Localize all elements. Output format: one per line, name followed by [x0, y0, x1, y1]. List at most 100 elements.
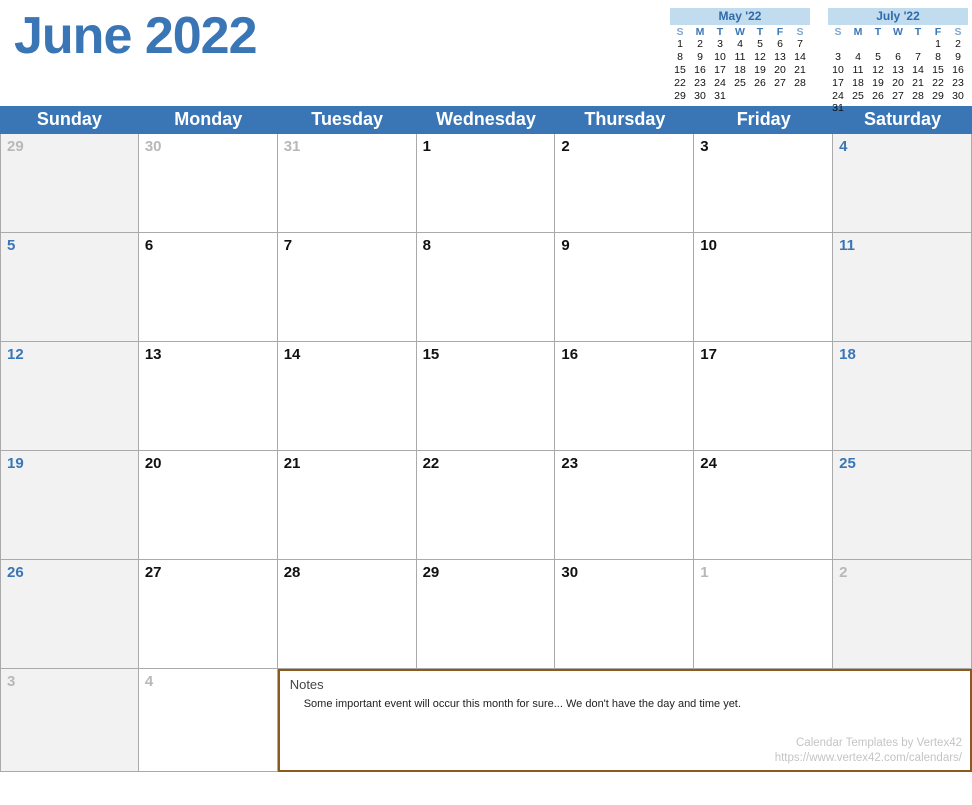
- day-cell[interactable]: 18: [833, 342, 972, 451]
- mini-dow: S: [670, 26, 690, 39]
- day-number: 29: [423, 564, 549, 581]
- day-number: 4: [839, 138, 965, 155]
- day-number: 25: [839, 455, 965, 472]
- mini-day: 19: [750, 64, 770, 77]
- mini-day: 18: [848, 77, 868, 90]
- day-cell[interactable]: 4: [833, 134, 972, 233]
- day-cell[interactable]: 3: [694, 134, 833, 233]
- weekday-header: SundayMondayTuesdayWednesdayThursdayFrid…: [0, 106, 972, 134]
- mini-day: 2: [690, 38, 710, 51]
- day-cell[interactable]: 6: [139, 233, 278, 342]
- day-cell[interactable]: 2: [555, 134, 694, 233]
- day-cell[interactable]: 4: [139, 669, 278, 772]
- mini-day: 20: [888, 77, 908, 90]
- mini-day: [868, 38, 888, 51]
- day-cell[interactable]: 13: [139, 342, 278, 451]
- mini-day: 15: [670, 64, 690, 77]
- day-number: 19: [7, 455, 132, 472]
- day-number: 15: [423, 346, 549, 363]
- mini-calendars: May '22SMTWTFS12345678910111213141516171…: [670, 8, 968, 115]
- day-cell[interactable]: 27: [139, 560, 278, 669]
- mini-day: 13: [888, 64, 908, 77]
- day-number: 3: [700, 138, 826, 155]
- mini-day: 5: [750, 38, 770, 51]
- mini-day: 3: [710, 38, 730, 51]
- day-cell[interactable]: 5: [0, 233, 139, 342]
- day-cell[interactable]: 25: [833, 451, 972, 560]
- mini-day: 16: [690, 64, 710, 77]
- mini-day: 14: [790, 51, 810, 64]
- day-cell[interactable]: 3: [0, 669, 139, 772]
- day-cell[interactable]: 20: [139, 451, 278, 560]
- day-cell[interactable]: 9: [555, 233, 694, 342]
- day-cell[interactable]: 30: [139, 134, 278, 233]
- mini-day: 28: [908, 90, 928, 103]
- mini-day: 31: [710, 90, 730, 103]
- mini-dow: M: [848, 26, 868, 39]
- day-cell[interactable]: 10: [694, 233, 833, 342]
- header: June 2022 May '22SMTWTFS1234567891011121…: [0, 0, 972, 106]
- mini-dow: W: [730, 26, 750, 39]
- mini-day: [750, 90, 770, 103]
- mini-day: 11: [730, 51, 750, 64]
- mini-day: [828, 38, 848, 51]
- day-cell[interactable]: 7: [278, 233, 417, 342]
- day-number: 29: [7, 138, 132, 155]
- day-cell[interactable]: 17: [694, 342, 833, 451]
- day-number: 20: [145, 455, 271, 472]
- day-cell[interactable]: 22: [417, 451, 556, 560]
- day-cell[interactable]: 21: [278, 451, 417, 560]
- mini-day: 29: [928, 90, 948, 103]
- mini-day: 30: [948, 90, 968, 103]
- notes-box[interactable]: NotesSome important event will occur thi…: [278, 669, 972, 772]
- day-cell[interactable]: 30: [555, 560, 694, 669]
- weekday-label: Tuesday: [278, 106, 417, 134]
- day-cell[interactable]: 19: [0, 451, 139, 560]
- day-cell[interactable]: 11: [833, 233, 972, 342]
- mini-day: 25: [730, 77, 750, 90]
- day-cell[interactable]: 14: [278, 342, 417, 451]
- day-cell[interactable]: 2: [833, 560, 972, 669]
- day-cell[interactable]: 29: [417, 560, 556, 669]
- day-number: 18: [839, 346, 965, 363]
- day-cell[interactable]: 12: [0, 342, 139, 451]
- day-cell[interactable]: 24: [694, 451, 833, 560]
- day-number: 2: [561, 138, 687, 155]
- mini-day: 17: [710, 64, 730, 77]
- day-number: 10: [700, 237, 826, 254]
- mini-next: July '22SMTWTFS1234567891011121314151617…: [828, 8, 968, 115]
- mini-day: 22: [928, 77, 948, 90]
- day-number: 22: [423, 455, 549, 472]
- day-cell[interactable]: 31: [278, 134, 417, 233]
- weekday-label: Monday: [139, 106, 278, 134]
- mini-title: May '22: [670, 8, 810, 25]
- mini-day: 28: [790, 77, 810, 90]
- day-cell[interactable]: 1: [417, 134, 556, 233]
- mini-dow: F: [928, 26, 948, 39]
- mini-day: [790, 90, 810, 103]
- mini-day: 24: [710, 77, 730, 90]
- day-cell[interactable]: 28: [278, 560, 417, 669]
- page-title: June 2022: [14, 8, 257, 65]
- mini-day: 25: [848, 90, 868, 103]
- weekday-label: Friday: [694, 106, 833, 134]
- mini-day: 13: [770, 51, 790, 64]
- mini-day: 18: [730, 64, 750, 77]
- mini-day: 29: [670, 90, 690, 103]
- mini-day: 15: [928, 64, 948, 77]
- day-cell[interactable]: 23: [555, 451, 694, 560]
- mini-day: 6: [888, 51, 908, 64]
- day-number: 2: [839, 564, 965, 581]
- mini-day: [888, 38, 908, 51]
- mini-day: 1: [928, 38, 948, 51]
- day-cell[interactable]: 15: [417, 342, 556, 451]
- mini-day: 12: [750, 51, 770, 64]
- mini-day: 4: [848, 51, 868, 64]
- day-cell[interactable]: 26: [0, 560, 139, 669]
- day-cell[interactable]: 16: [555, 342, 694, 451]
- day-cell[interactable]: 8: [417, 233, 556, 342]
- day-cell[interactable]: 29: [0, 134, 139, 233]
- day-number: 12: [7, 346, 132, 363]
- weekday-label: Sunday: [0, 106, 139, 134]
- day-cell[interactable]: 1: [694, 560, 833, 669]
